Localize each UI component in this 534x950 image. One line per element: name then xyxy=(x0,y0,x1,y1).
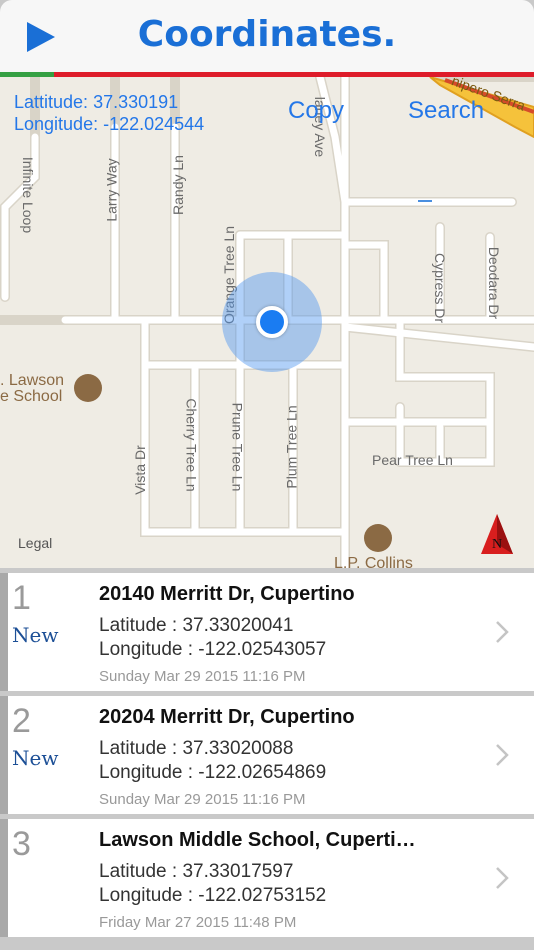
row-indicator-bar xyxy=(0,696,8,814)
row-index: 3 xyxy=(12,825,31,863)
school-icon-lawson[interactable] xyxy=(74,374,102,402)
current-location-marker[interactable] xyxy=(256,306,288,338)
coordinates-readout: Lattitude: 37.330191 Longitude: -122.024… xyxy=(14,91,204,135)
poi-label-collins: L.P. Collins xyxy=(334,555,413,568)
row-timestamp: Friday Mar 27 2015 11:48 PM xyxy=(99,914,297,931)
app-header: Coordinates. xyxy=(0,0,534,77)
new-badge: New xyxy=(12,746,59,770)
street-label-deodara-dr: Deodara Dr xyxy=(486,246,503,320)
chevron-right-icon xyxy=(496,621,509,643)
street-label-pear-tree-ln: Pear Tree Ln xyxy=(372,452,453,468)
row-longitude: Longitude : -122.02543057 xyxy=(99,639,327,660)
latitude-line: Lattitude: 37.330191 xyxy=(14,91,204,113)
row-separator xyxy=(28,691,534,692)
row-latitude: Latitude : 37.33020041 xyxy=(99,615,294,636)
row-separator xyxy=(28,815,534,816)
street-label-larry-way: Larry Way xyxy=(103,158,120,222)
map-view[interactable]: Infinite Loop Larry Way Randy Ln Orange … xyxy=(0,77,534,568)
longitude-value: -122.024544 xyxy=(103,114,205,134)
latitude-label: Lattitude: xyxy=(14,92,89,112)
school-icon-collins[interactable] xyxy=(364,524,392,552)
copy-button[interactable]: Copy xyxy=(288,97,344,125)
row-index: 2 xyxy=(12,702,31,740)
row-indicator-bar xyxy=(0,573,8,691)
row-longitude: Longitude : -122.02753152 xyxy=(99,885,327,906)
poi-label-lawson-line2: e School xyxy=(0,388,63,405)
street-label-prune-tree-ln: Prune Tree Ln xyxy=(229,402,246,492)
row-timestamp: Sunday Mar 29 2015 11:16 PM xyxy=(99,791,306,808)
row-timestamp: Sunday Mar 29 2015 11:16 PM xyxy=(99,668,306,685)
compass-icon[interactable]: N xyxy=(481,514,513,554)
street-label-plum-tree-ln: Plum Tree Ln xyxy=(283,405,300,489)
latitude-value: 37.330191 xyxy=(93,92,179,112)
place-name: 20140 Merritt Dr, Cupertino xyxy=(99,583,355,605)
history-list: 1 New 20140 Merritt Dr, Cupertino Latitu… xyxy=(0,570,534,950)
new-badge: New xyxy=(12,623,59,647)
street-label-randy-ln: Randy Ln xyxy=(169,155,186,215)
place-name: 20204 Merritt Dr, Cupertino xyxy=(99,706,355,728)
longitude-line: Longitude: -122.024544 xyxy=(14,113,204,135)
row-index: 1 xyxy=(12,579,31,617)
row-longitude: Longitude : -122.02654869 xyxy=(99,762,327,783)
street-label-cherry-tree-ln: Cherry Tree Ln xyxy=(183,398,200,492)
search-button[interactable]: Search xyxy=(408,97,484,125)
street-label-vista-dr: Vista Dr xyxy=(131,445,148,495)
row-indicator-bar xyxy=(0,819,8,937)
chevron-right-icon xyxy=(496,744,509,766)
chevron-right-icon xyxy=(496,867,509,889)
row-latitude: Latitude : 37.33017597 xyxy=(99,861,294,882)
street-label-cypress-dr: Cypress Dr xyxy=(432,252,449,324)
history-row[interactable]: 3 Lawson Middle School, Cuperti… Latitud… xyxy=(0,819,534,937)
history-row[interactable]: 1 New 20140 Merritt Dr, Cupertino Latitu… xyxy=(0,573,534,691)
history-row[interactable]: 2 New 20204 Merritt Dr, Cupertino Latitu… xyxy=(0,696,534,814)
app-title: Coordinates. xyxy=(137,14,397,55)
longitude-label: Longitude: xyxy=(14,114,99,134)
compass-label: N xyxy=(492,537,502,552)
place-name: Lawson Middle School, Cuperti… xyxy=(99,829,416,851)
row-latitude: Latitude : 37.33020088 xyxy=(99,738,294,759)
street-label-infinite-loop: Infinite Loop xyxy=(20,156,37,234)
legal-link[interactable]: Legal xyxy=(18,535,52,551)
